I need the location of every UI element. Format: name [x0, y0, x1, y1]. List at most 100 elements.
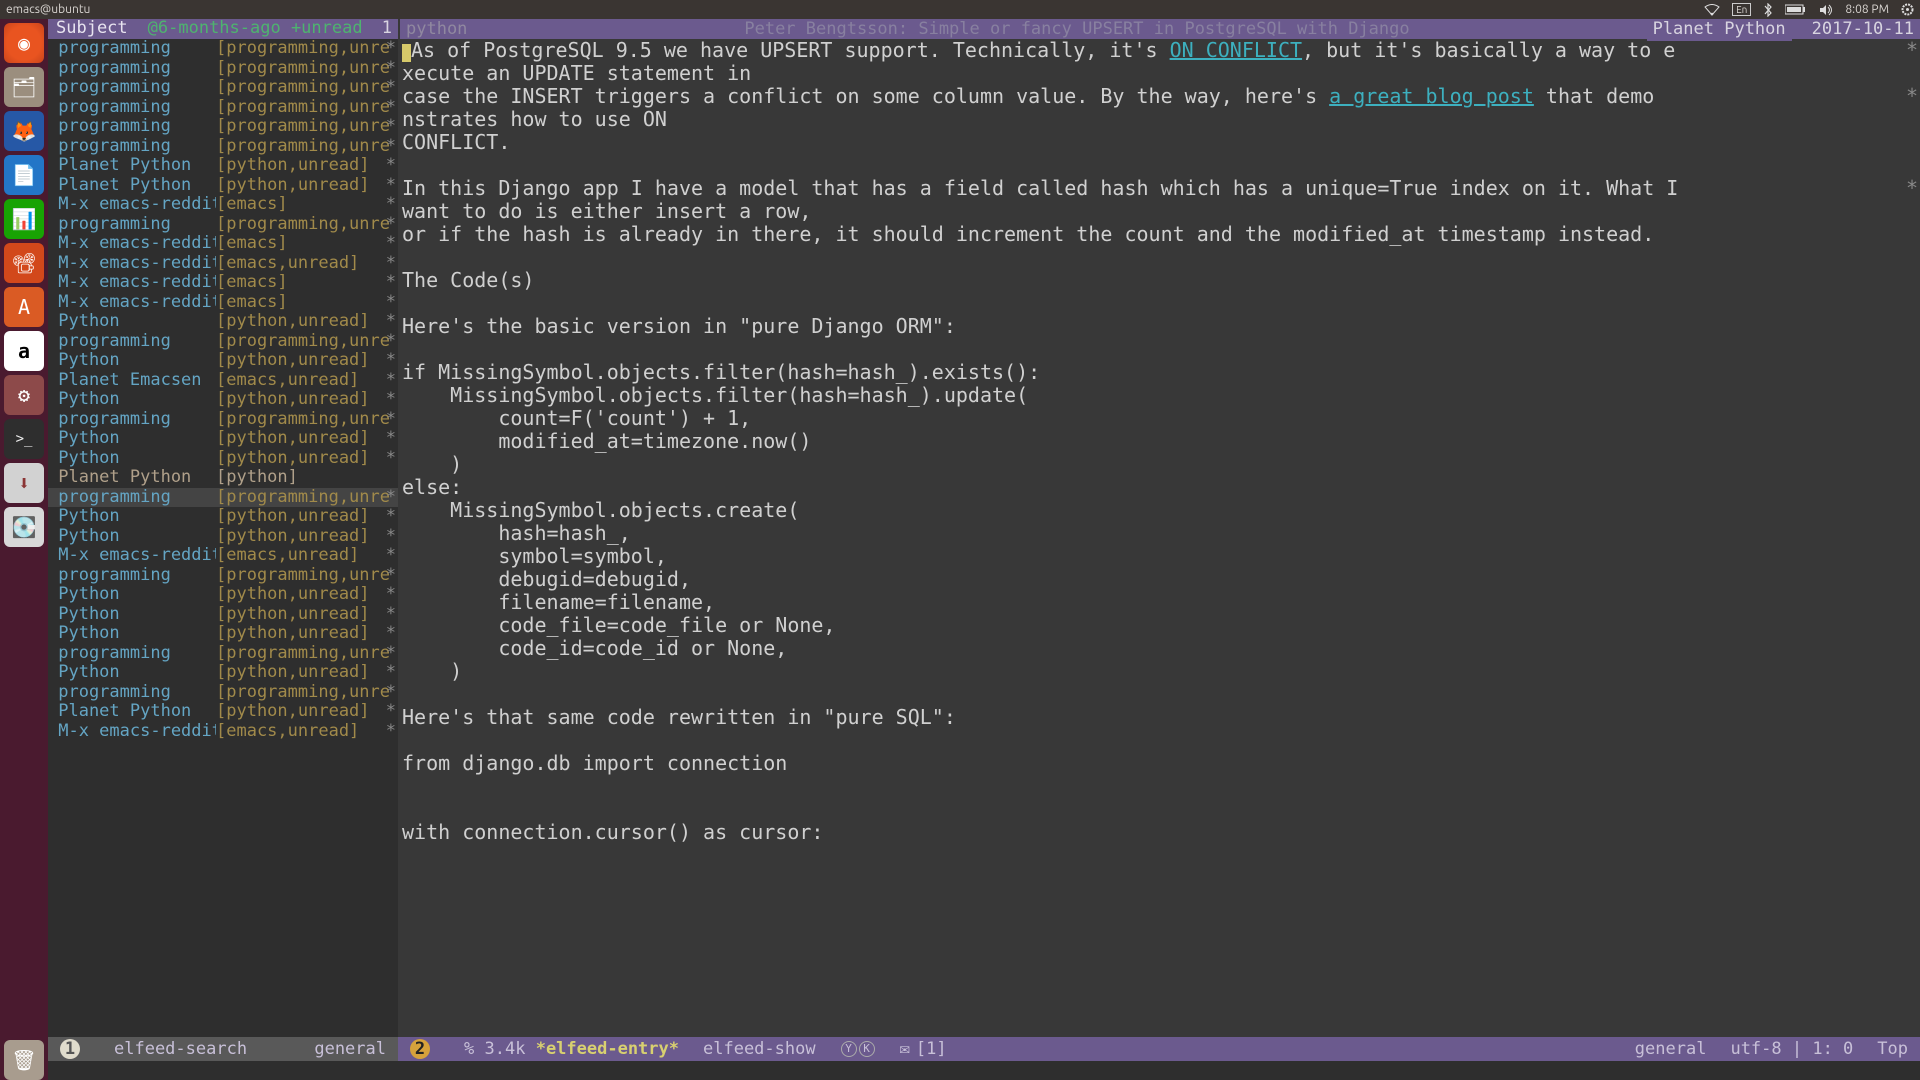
software-icon[interactable]: A: [4, 287, 44, 327]
disk-icon[interactable]: 💽: [4, 507, 44, 547]
emacs-frame: Subject @6-months-ago +unread 1 programm…: [48, 19, 1920, 1080]
truncate-indicator: *: [386, 449, 396, 469]
feed-row[interactable]: programming[programming,unre*: [48, 683, 398, 703]
amazon-icon[interactable]: a: [4, 331, 44, 371]
clock[interactable]: 8:08 PM: [1845, 3, 1889, 16]
settings-icon[interactable]: ⚙: [4, 375, 44, 415]
feed-tags: [programming,unre: [216, 332, 390, 352]
feed-row[interactable]: Python[python,unread]*: [48, 585, 398, 605]
writer-icon[interactable]: 📄: [4, 155, 44, 195]
feed-row[interactable]: Python[python,unread]*: [48, 663, 398, 683]
feed-row[interactable]: Python[python,unread]*: [48, 527, 398, 547]
feed-subject: programming: [48, 137, 216, 157]
feed-tags: [python,unread]: [216, 312, 370, 332]
link-blog-post[interactable]: a great blog post: [1329, 84, 1534, 108]
elfeed-entry-pane[interactable]: python Peter Bengtsson: Simple or fancy …: [398, 19, 1920, 1037]
ubuntu-dash-icon[interactable]: ◉: [4, 23, 44, 63]
feed-row[interactable]: Python[python,unread]*: [48, 507, 398, 527]
feed-subject: programming: [48, 98, 216, 118]
trash-icon[interactable]: 🗑: [4, 1040, 44, 1080]
feed-row[interactable]: programming[programming,unre*: [48, 410, 398, 430]
feed-row[interactable]: Python[python,unread]*: [48, 449, 398, 469]
battery-icon[interactable]: [1785, 4, 1807, 15]
feed-row[interactable]: M-x emacs-reddit[emacs,unread]*: [48, 722, 398, 742]
feed-row[interactable]: programming[programming,unre*: [48, 488, 398, 508]
elfeed-search-pane[interactable]: Subject @6-months-ago +unread 1 programm…: [48, 19, 398, 1037]
feed-row[interactable]: Python[python,unread]*: [48, 429, 398, 449]
firefox-icon[interactable]: 🦊: [4, 111, 44, 151]
feed-row[interactable]: programming[programming,unre*: [48, 566, 398, 586]
minibuffer[interactable]: [48, 1061, 1920, 1080]
feed-tags: [emacs]: [216, 195, 288, 215]
feed-row[interactable]: M-x emacs-reddit[emacs]*: [48, 293, 398, 313]
link-on-conflict[interactable]: ON CONFLICT: [1170, 38, 1302, 62]
feed-row[interactable]: programming[programming,unre*: [48, 117, 398, 137]
window-title: emacs@ubuntu: [6, 3, 90, 16]
calc-icon[interactable]: 📊: [4, 199, 44, 239]
feed-row[interactable]: M-x emacs-reddit[emacs,unread]*: [48, 254, 398, 274]
files-icon[interactable]: 🗂: [4, 67, 44, 107]
feed-row[interactable]: M-x emacs-reddit[emacs]*: [48, 195, 398, 215]
feed-row[interactable]: programming[programming,unre*: [48, 59, 398, 79]
keyboard-indicator[interactable]: En: [1732, 3, 1751, 16]
feed-subject: M-x emacs-reddit: [48, 254, 216, 274]
transmission-icon[interactable]: ⬇: [4, 463, 44, 503]
feed-row[interactable]: programming[programming,unre*: [48, 98, 398, 118]
feed-row[interactable]: Python[python,unread]*: [48, 351, 398, 371]
truncate-indicator: *: [386, 663, 396, 683]
code-block-django: if MissingSymbol.objects.filter(hash=has…: [402, 361, 1918, 683]
feed-tags: [programming,unre: [216, 98, 390, 118]
bluetooth-icon[interactable]: [1763, 3, 1773, 17]
feed-tags: [python,unread]: [216, 507, 370, 527]
feed-row[interactable]: programming[programming,unre*: [48, 137, 398, 157]
truncate-indicator: *: [386, 585, 396, 605]
feed-row[interactable]: Python[python,unread]*: [48, 624, 398, 644]
feed-subject: programming: [48, 410, 216, 430]
feed-subject: Planet Python: [48, 702, 216, 722]
terminal-icon[interactable]: >_: [4, 419, 44, 459]
feed-row[interactable]: programming[programming,unre*: [48, 215, 398, 235]
truncate-indicator: *: [386, 644, 396, 664]
code-block-sql: from django.db import connection with co…: [402, 752, 1918, 844]
gear-icon[interactable]: [1901, 3, 1914, 16]
feed-row[interactable]: programming[programming,unre*: [48, 78, 398, 98]
feed-subject: programming: [48, 59, 216, 79]
feed-row[interactable]: Python[python,unread]*: [48, 312, 398, 332]
feed-row[interactable]: programming[programming,unre*: [48, 39, 398, 59]
feed-subject: programming: [48, 644, 216, 664]
feed-tags: [python,unread]: [216, 176, 370, 196]
feed-row[interactable]: programming[programming,unre*: [48, 644, 398, 664]
wifi-icon[interactable]: [1704, 4, 1720, 16]
feed-row[interactable]: M-x emacs-reddit[emacs]*: [48, 234, 398, 254]
mail-indicator: [1]: [888, 1037, 959, 1061]
feed-tags: [emacs,unread]: [216, 371, 359, 391]
impress-icon[interactable]: 📽: [4, 243, 44, 283]
feed-list[interactable]: programming[programming,unre* programmin…: [48, 39, 398, 741]
truncate-indicator: *: [386, 702, 396, 722]
feed-row[interactable]: Planet Python[python,unread]*: [48, 156, 398, 176]
truncate-indicator: *: [386, 683, 396, 703]
feed-subject: Planet Python: [48, 156, 216, 176]
feed-row[interactable]: Planet Emacsen[emacs,unread]*: [48, 371, 398, 391]
feed-tags: [python,unread]: [216, 429, 370, 449]
feed-subject: M-x emacs-reddit: [48, 273, 216, 293]
feed-tags: [python,unread]: [216, 156, 370, 176]
volume-icon[interactable]: [1819, 4, 1833, 16]
feed-tags: [emacs]: [216, 293, 288, 313]
feed-row[interactable]: M-x emacs-reddit[emacs]*: [48, 273, 398, 293]
feed-subject: programming: [48, 117, 216, 137]
feed-row[interactable]: Python[python,unread]*: [48, 390, 398, 410]
feed-subject: programming: [48, 566, 216, 586]
feed-row[interactable]: Python[python,unread]*: [48, 605, 398, 625]
feed-row[interactable]: Planet Python[python,unread]*: [48, 702, 398, 722]
header-subject: Subject: [56, 19, 138, 39]
feed-row[interactable]: Planet Python[python]: [48, 468, 398, 488]
truncate-indicator: *: [386, 117, 396, 137]
feed-row[interactable]: M-x emacs-reddit[emacs,unread]*: [48, 546, 398, 566]
feed-row[interactable]: Planet Python[python,unread]*: [48, 176, 398, 196]
truncate-indicator: *: [386, 39, 396, 59]
modeline-right: 2 % 3.4k *elfeed-entry* elfeed-show YK […: [398, 1037, 1920, 1061]
feed-subject: Python: [48, 605, 216, 625]
feed-tags: [programming,unre: [216, 488, 390, 508]
feed-row[interactable]: programming[programming,unre*: [48, 332, 398, 352]
